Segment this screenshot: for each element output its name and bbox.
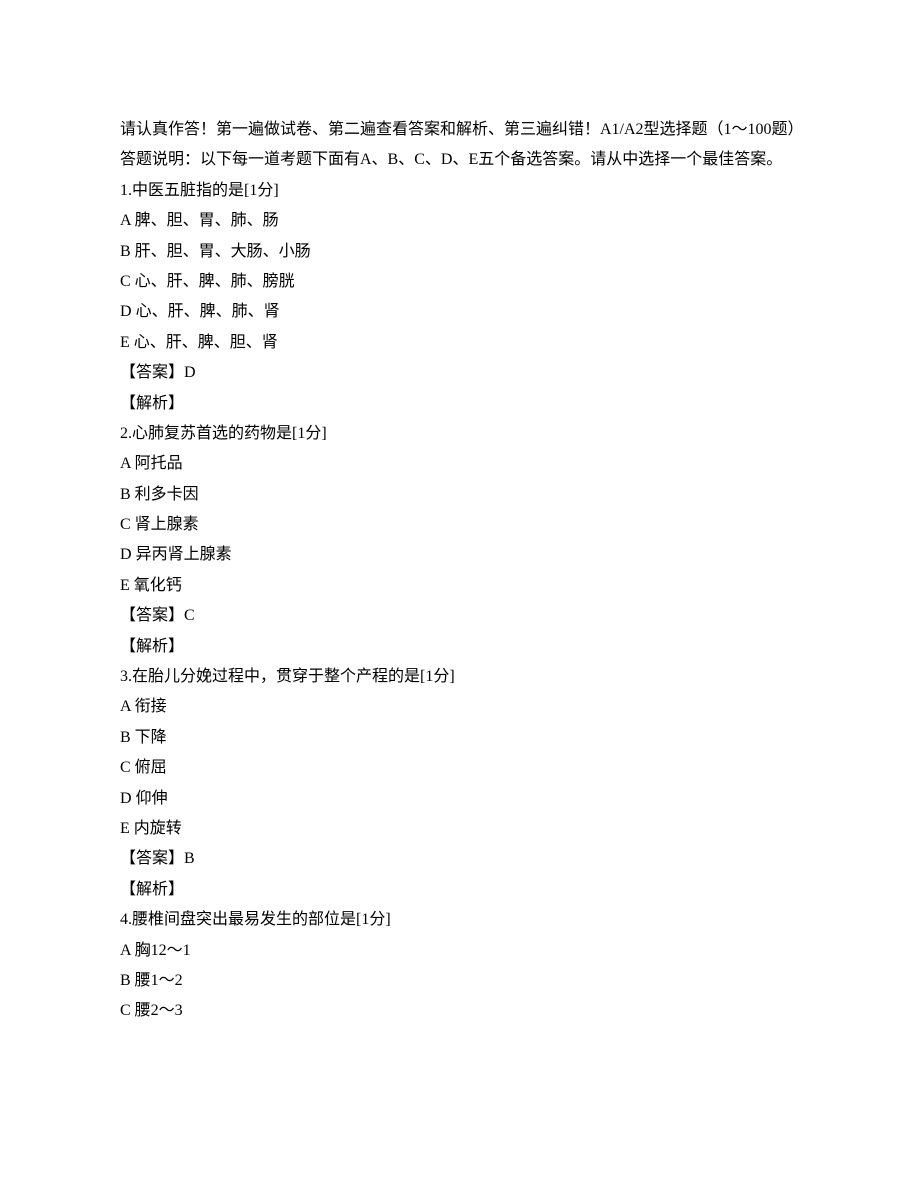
option-key: C	[120, 516, 131, 533]
option-text: 心、肝、脾、肺、膀胱	[135, 273, 295, 290]
question-stem: 3.在胎儿分娩过程中，贯穿于整个产程的是[1分]	[120, 662, 800, 692]
option-text: 异丙肾上腺素	[136, 546, 232, 563]
analysis-label: 【解析】	[120, 881, 184, 898]
option-row: D 心、肝、脾、肺、肾	[120, 297, 800, 327]
option-row: C 腰2～3	[120, 996, 800, 1026]
document-page: 请认真作答！第一遍做试卷、第二遍查看答案和解析、第三遍纠错！A1/A2型选择题（…	[0, 0, 920, 1191]
answer-label: 【答案】	[120, 364, 184, 381]
option-row: B 下降	[120, 723, 800, 753]
question-number: 1	[120, 182, 128, 199]
question-stem: 2.心肺复苏首选的药物是[1分]	[120, 419, 800, 449]
option-key: D	[120, 790, 132, 807]
answer-label: 【答案】	[120, 607, 184, 624]
option-row: C 肾上腺素	[120, 510, 800, 540]
option-row: A 阿托品	[120, 449, 800, 479]
option-row: B 腰1～2	[120, 966, 800, 996]
question-text: 中医五脏指的是	[132, 182, 244, 199]
answer-line: 【答案】C	[120, 601, 800, 631]
question-number: 2	[120, 425, 128, 442]
question-stem: 4.腰椎间盘突出最易发生的部位是[1分]	[120, 905, 800, 935]
option-key: E	[120, 334, 130, 351]
option-row: D 异丙肾上腺素	[120, 540, 800, 570]
answer-line: 【答案】D	[120, 358, 800, 388]
option-key: E	[120, 820, 130, 837]
option-key: C	[120, 273, 131, 290]
analysis-line: 【解析】	[120, 632, 800, 662]
answer-line: 【答案】B	[120, 844, 800, 874]
option-text: 俯屈	[135, 759, 167, 776]
question-points: [1分]	[244, 182, 279, 199]
option-text: 脾、胆、胃、肺、肠	[135, 212, 279, 229]
option-text: 利多卡因	[135, 486, 199, 503]
question-text: 腰椎间盘突出最易发生的部位是	[132, 911, 356, 928]
option-text: 氧化钙	[134, 577, 182, 594]
option-row: A 衔接	[120, 692, 800, 722]
option-key: B	[120, 486, 131, 503]
question-number: 4	[120, 911, 128, 928]
question-text: 在胎儿分娩过程中，贯穿于整个产程的是	[132, 668, 420, 685]
option-row: B 肝、胆、胃、大肠、小肠	[120, 237, 800, 267]
option-key: B	[120, 243, 131, 260]
option-text: 腰1～2	[135, 972, 183, 989]
option-text: 下降	[135, 729, 167, 746]
question-text: 心肺复苏首选的药物是	[132, 425, 292, 442]
question-stem: 1.中医五脏指的是[1分]	[120, 176, 800, 206]
option-row: E 内旋转	[120, 814, 800, 844]
option-key: C	[120, 1002, 131, 1019]
option-text: 腰2～3	[135, 1002, 183, 1019]
option-row: E 心、肝、脾、胆、肾	[120, 328, 800, 358]
answer-label: 【答案】	[120, 850, 184, 867]
option-text: 内旋转	[134, 820, 182, 837]
option-key: A	[120, 698, 131, 715]
option-row: A 胸12～1	[120, 936, 800, 966]
option-text: 心、肝、脾、肺、肾	[136, 303, 280, 320]
option-row: E 氧化钙	[120, 571, 800, 601]
option-key: B	[120, 972, 131, 989]
option-key: C	[120, 759, 131, 776]
option-row: C 俯屈	[120, 753, 800, 783]
option-row: C 心、肝、脾、肺、膀胱	[120, 267, 800, 297]
option-text: 胸12～1	[135, 942, 191, 959]
analysis-line: 【解析】	[120, 875, 800, 905]
option-key: E	[120, 577, 130, 594]
option-key: A	[120, 455, 131, 472]
analysis-line: 【解析】	[120, 389, 800, 419]
option-key: A	[120, 942, 131, 959]
option-text: 肾上腺素	[135, 516, 199, 533]
analysis-label: 【解析】	[120, 638, 184, 655]
answer-value: C	[184, 607, 195, 624]
question-points: [1分]	[356, 911, 391, 928]
question-points: [1分]	[292, 425, 327, 442]
question-points: [1分]	[420, 668, 455, 685]
answer-value: D	[184, 364, 196, 381]
answer-value: B	[184, 850, 195, 867]
question-number: 3	[120, 668, 128, 685]
option-key: A	[120, 212, 131, 229]
option-text: 仰伸	[136, 790, 168, 807]
option-key: D	[120, 303, 132, 320]
option-text: 心、肝、脾、胆、肾	[134, 334, 278, 351]
option-row: B 利多卡因	[120, 480, 800, 510]
option-row: A 脾、胆、胃、肺、肠	[120, 206, 800, 236]
instructions: 请认真作答！第一遍做试卷、第二遍查看答案和解析、第三遍纠错！A1/A2型选择题（…	[120, 115, 800, 176]
option-text: 肝、胆、胃、大肠、小肠	[135, 243, 311, 260]
analysis-label: 【解析】	[120, 395, 184, 412]
option-text: 阿托品	[135, 455, 183, 472]
option-key: D	[120, 546, 132, 563]
option-row: D 仰伸	[120, 784, 800, 814]
option-text: 衔接	[135, 698, 167, 715]
option-key: B	[120, 729, 131, 746]
